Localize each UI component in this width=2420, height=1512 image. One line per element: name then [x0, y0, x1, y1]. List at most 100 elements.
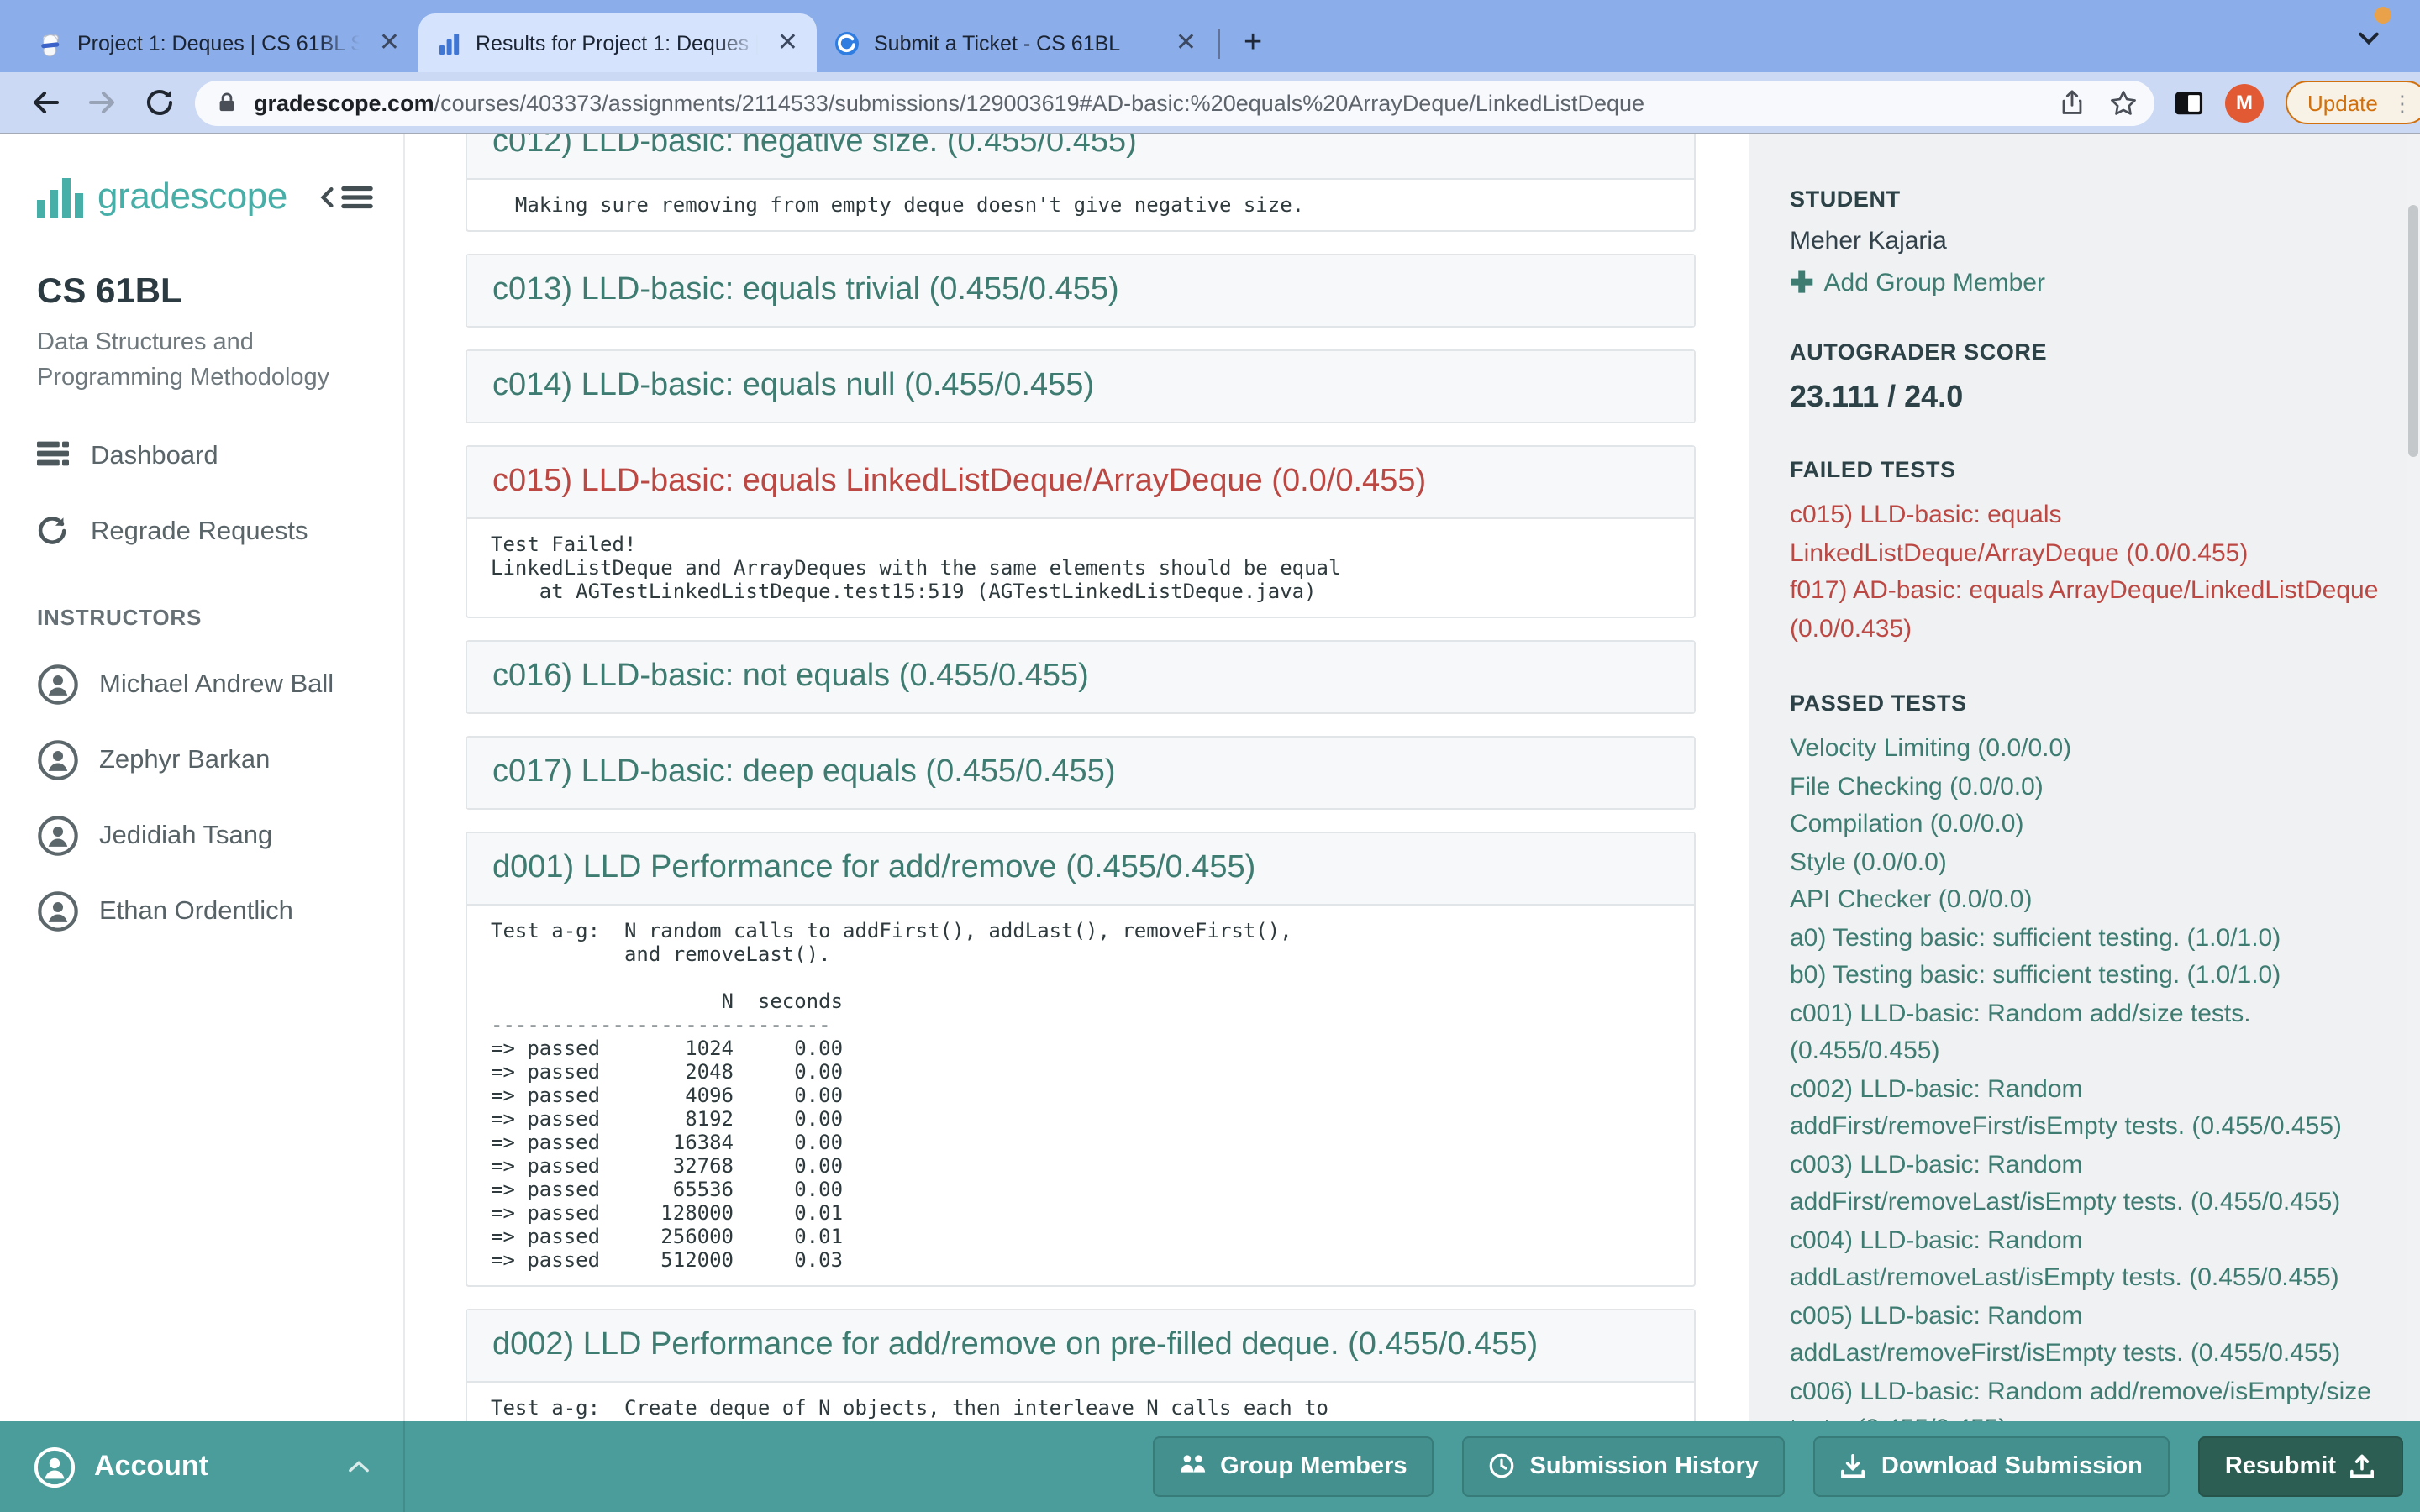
test-result-card: c013) LLD-basic: equals trivial (0.455/0… [466, 254, 1696, 328]
new-tab-button[interactable]: + [1230, 25, 1276, 64]
instructors-list: Michael Andrew Ball Zephyr Barkan Jedidi… [37, 664, 373, 932]
upload-icon [2349, 1453, 2376, 1480]
update-label: Update [2307, 90, 2378, 115]
person-icon [37, 739, 79, 781]
sidebar-item-regrade-requests[interactable]: Regrade Requests [37, 516, 373, 548]
plus-icon: ✚ [1790, 269, 1814, 297]
test-card-title: c015) LLD-basic: equals LinkedListDeque/… [467, 447, 1694, 519]
test-card-title: c016) LLD-basic: not equals (0.455/0.455… [467, 642, 1694, 712]
share-icon[interactable] [2059, 89, 2086, 116]
test-card-output: Test Failed! LinkedListDeque and ArrayDe… [467, 519, 1694, 617]
test-result-card: c014) LLD-basic: equals null (0.455/0.45… [466, 349, 1696, 423]
instructor-name: Michael Andrew Ball [99, 669, 334, 700]
browser-menu-icon[interactable]: ⋮ [2391, 92, 2413, 113]
lock-icon [215, 91, 239, 114]
ticket-favicon [834, 29, 860, 56]
side-panel-icon[interactable] [2175, 90, 2203, 115]
instructor-item[interactable]: Michael Andrew Ball [37, 664, 373, 706]
tab-separator [1218, 29, 1220, 59]
account-menu[interactable]: Account [0, 1421, 405, 1512]
bookmark-star-icon[interactable] [2109, 88, 2138, 117]
group-members-button[interactable]: Group Members [1153, 1436, 1434, 1497]
browser-window: Project 1: Deques | CS 61BL Su ✕ Results… [0, 0, 2420, 1512]
footer-buttons: Group Members Submission History Downloa… [1153, 1436, 2420, 1497]
test-results-main: c012) LLD-basic: negative size. (0.455/0… [405, 134, 1749, 1421]
download-submission-button[interactable]: Download Submission [1814, 1436, 2170, 1497]
test-card-title: d001) LLD Performance for add/remove (0.… [467, 833, 1694, 906]
test-link[interactable]: Compilation (0.0/0.0) [1790, 806, 2383, 844]
tab-close-icon[interactable]: ✕ [374, 30, 405, 55]
update-button[interactable]: Update ⋮ [2286, 81, 2420, 124]
submission-history-button[interactable]: Submission History [1463, 1436, 1786, 1497]
test-link[interactable]: c003) LLD-basic: Random addFirst/removeL… [1790, 1147, 2383, 1222]
passed-tests-header: PASSED TESTS [1790, 690, 2383, 716]
cs61bl-bear-favicon [37, 29, 64, 56]
test-link[interactable]: a0) Testing basic: sufficient testing. (… [1790, 920, 2383, 958]
test-link[interactable]: File Checking (0.0/0.0) [1790, 769, 2383, 806]
test-link[interactable]: Style (0.0/0.0) [1790, 844, 2383, 882]
profile-avatar[interactable]: M [2225, 83, 2264, 122]
test-card-output: Test a-g: Create deque of N objects, the… [467, 1383, 1694, 1421]
person-icon [37, 664, 79, 706]
test-card-output: Making sure removing from empty deque do… [467, 180, 1694, 230]
tab-close-icon[interactable]: ✕ [772, 30, 803, 55]
browser-tab-strip: Project 1: Deques | CS 61BL Su ✕ Results… [0, 0, 2420, 72]
tabstrip-right [2329, 0, 2396, 72]
test-link[interactable]: c006) LLD-basic: Random add/remove/isEmp… [1790, 1373, 2383, 1421]
tab-submit-ticket[interactable]: Submit a Ticket - CS 61BL ✕ [817, 13, 1215, 72]
tab-title: Results for Project 1: Deques | ( [476, 31, 759, 55]
test-card-title: c017) LLD-basic: deep equals (0.455/0.45… [467, 738, 1694, 808]
collapse-sidebar-icon[interactable] [319, 184, 373, 209]
page-scrollbar[interactable] [2407, 134, 2420, 1421]
left-sidebar: gradescope CS 61BL Data Structures and P… [0, 134, 405, 1421]
test-link[interactable]: c002) LLD-basic: Random addFirst/removeF… [1790, 1071, 2383, 1147]
test-link[interactable]: c005) LLD-basic: Random addLast/removeFi… [1790, 1298, 2383, 1373]
dashboard-icon [37, 440, 69, 472]
url-path: /courses/403373/assignments/2114533/subm… [434, 90, 1644, 115]
test-result-card: c015) LLD-basic: equals LinkedListDeque/… [466, 445, 1696, 618]
test-link[interactable]: c004) LLD-basic: Random addLast/removeLa… [1790, 1222, 2383, 1298]
add-group-member-link[interactable]: ✚ Add Group Member [1790, 269, 2383, 297]
test-result-card: d002) LLD Performance for add/remove on … [466, 1309, 1696, 1421]
instructor-item[interactable]: Zephyr Barkan [37, 739, 373, 781]
test-card-title: c013) LLD-basic: equals trivial (0.455/0… [467, 255, 1694, 326]
toolbar-right: M Update ⋮ [2175, 81, 2420, 124]
account-person-icon [34, 1446, 76, 1488]
instructor-name: Ethan Ordentlich [99, 896, 293, 927]
autograder-score-value: 23.111 / 24.0 [1790, 380, 2383, 415]
instructor-item[interactable]: Ethan Ordentlich [37, 890, 373, 932]
tab-results-active[interactable]: Results for Project 1: Deques | ( ✕ [418, 13, 817, 72]
test-link[interactable]: API Checker (0.0/0.0) [1790, 882, 2383, 920]
test-link[interactable]: Velocity Limiting (0.0/0.0) [1790, 731, 2383, 769]
download-icon [1841, 1453, 1868, 1480]
group-icon [1180, 1453, 1207, 1480]
test-result-card: c012) LLD-basic: negative size. (0.455/0… [466, 134, 1696, 232]
resubmit-button[interactable]: Resubmit [2198, 1436, 2403, 1497]
scrollbar-thumb[interactable] [2408, 205, 2418, 457]
history-clock-icon [1490, 1453, 1517, 1480]
instructors-header: INSTRUCTORS [37, 605, 373, 630]
sidebar-item-label: Regrade Requests [91, 517, 308, 547]
test-link[interactable]: c001) LLD-basic: Random add/size tests. … [1790, 995, 2383, 1071]
submission-summary-panel: STUDENT Meher Kajaria ✚ Add Group Member… [1749, 134, 2420, 1421]
person-icon [37, 815, 79, 857]
tab-project-1-deques[interactable]: Project 1: Deques | CS 61BL Su ✕ [20, 13, 418, 72]
url-address-bar[interactable]: gradescope.com/courses/403373/assignment… [195, 80, 2154, 125]
reload-icon[interactable] [143, 86, 176, 119]
tab-close-icon[interactable]: ✕ [1171, 30, 1202, 55]
instructor-item[interactable]: Jedidiah Tsang [37, 815, 373, 857]
browser-toolbar: gradescope.com/courses/403373/assignment… [0, 72, 2420, 133]
back-icon[interactable] [29, 86, 62, 119]
test-link[interactable]: b0) Testing basic: sufficient testing. (… [1790, 958, 2383, 995]
person-icon [37, 890, 79, 932]
chevron-down-icon[interactable] [2358, 32, 2380, 45]
test-link[interactable]: c015) LLD-basic: equals LinkedListDeque/… [1790, 497, 2383, 573]
test-card-output: Test a-g: N random calls to addFirst(), … [467, 906, 1694, 1285]
test-link[interactable]: f017) AD-basic: equals ArrayDeque/Linked… [1790, 573, 2383, 648]
forward-icon[interactable] [86, 86, 119, 119]
gradescope-logo-text[interactable]: gradescope [97, 175, 287, 218]
url-domain: gradescope.com [254, 90, 434, 115]
test-card-title: c012) LLD-basic: negative size. (0.455/0… [467, 134, 1694, 180]
sidebar-item-dashboard[interactable]: Dashboard [37, 440, 373, 472]
instructor-name: Jedidiah Tsang [99, 821, 272, 851]
